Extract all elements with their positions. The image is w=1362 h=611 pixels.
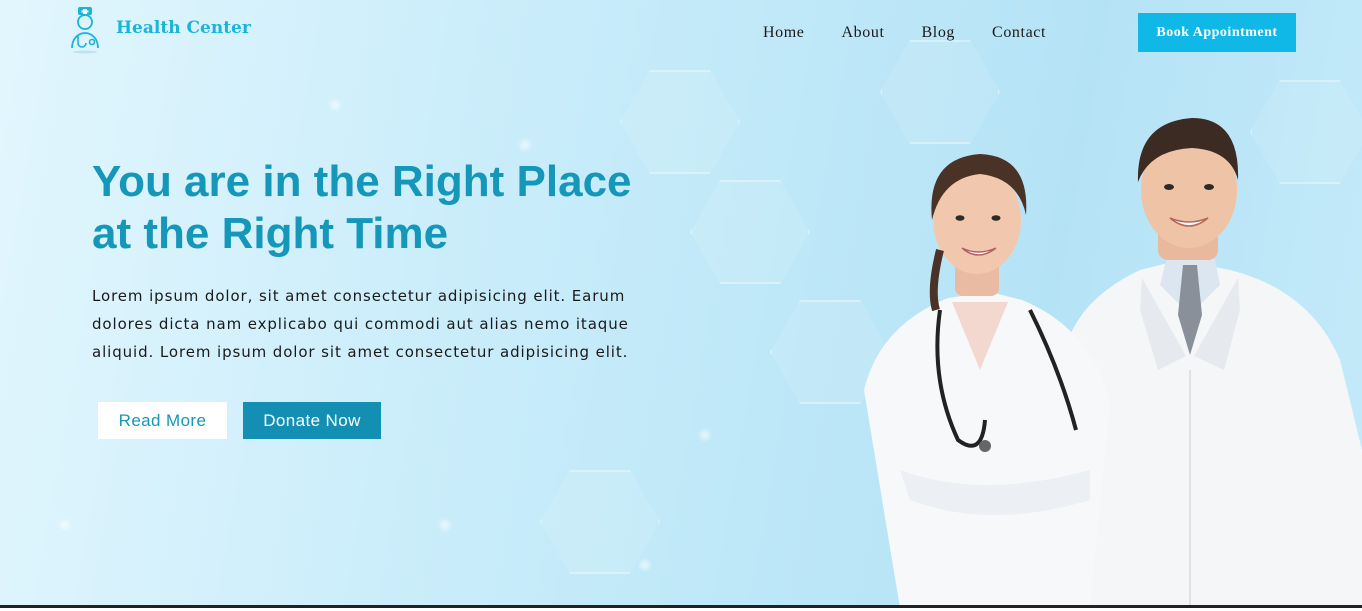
doctor-icon [71, 7, 99, 54]
nav-home[interactable]: Home [763, 24, 805, 42]
bokeh-dot [700, 430, 710, 440]
headline-line-1: You are in the Right Place [92, 157, 632, 206]
book-appointment-button[interactable]: Book Appointment [1138, 13, 1296, 52]
bokeh-dot [520, 140, 530, 150]
nav-contact[interactable]: Contact [992, 24, 1046, 42]
brand-name: Health Center [116, 18, 251, 38]
hero-paragraph: Lorem ipsum dolor, sit amet consectetur … [92, 287, 629, 361]
doctors-photo [864, 118, 1362, 605]
brand-logo[interactable]: Health Center [66, 6, 251, 54]
main-nav: Home About Blog Contact [763, 24, 1083, 42]
donate-now-button[interactable]: Donate Now [243, 402, 381, 439]
bokeh-dot [60, 520, 70, 530]
nav-blog[interactable]: Blog [922, 24, 956, 42]
nav-about[interactable]: About [842, 24, 885, 42]
bokeh-dot [440, 520, 450, 530]
hex-decoration [540, 470, 660, 574]
female-doctor [864, 154, 1110, 605]
headline-line-2: at the Right Time [92, 209, 449, 258]
bokeh-dot [330, 100, 340, 110]
hero-section: Health Center Home About Blog Contact Bo… [0, 0, 1362, 608]
read-more-button[interactable]: Read More [98, 402, 227, 439]
male-doctor [1062, 118, 1362, 605]
hero-headline: You are in the Right Place at the Right … [92, 156, 712, 260]
bokeh-dot [640, 560, 650, 570]
